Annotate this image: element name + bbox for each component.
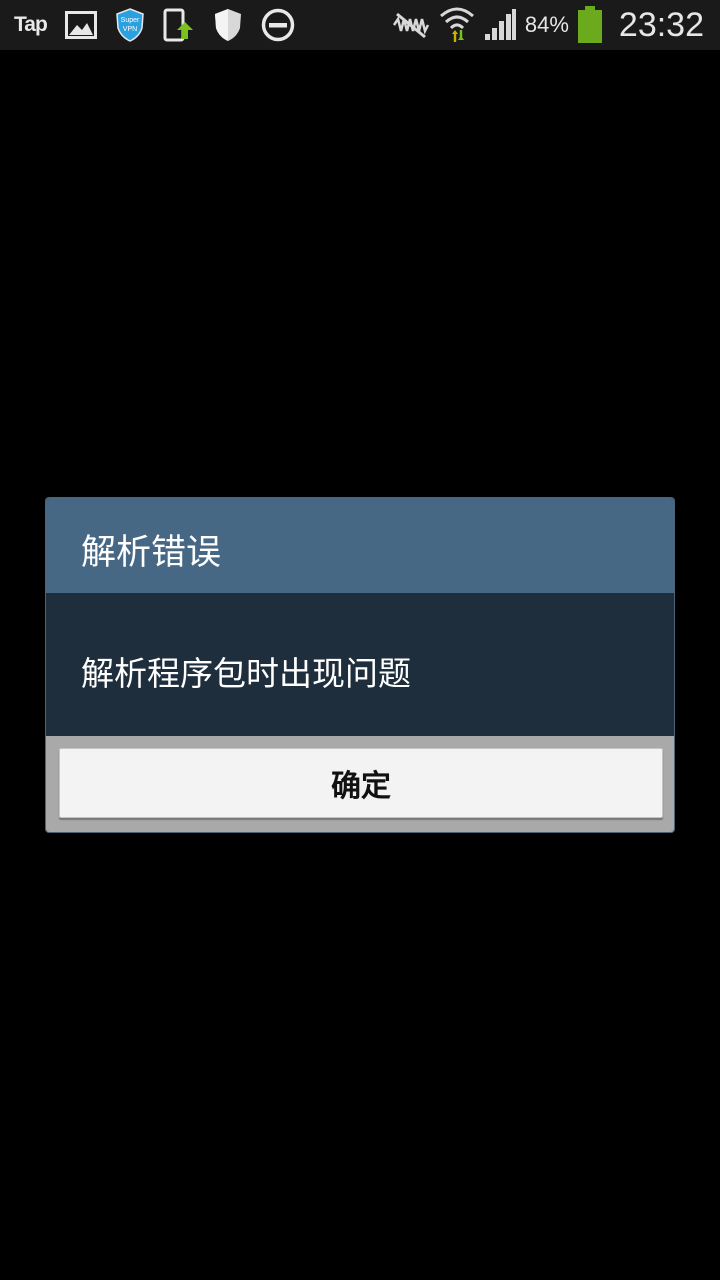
signal-icon — [483, 8, 517, 42]
svg-text:VPN: VPN — [123, 26, 137, 33]
wifi-icon — [439, 6, 475, 44]
status-bar-left: Tap Super VPN — [14, 0, 295, 50]
dialog-footer: 确定 — [46, 736, 674, 832]
battery-percent: 84% — [524, 12, 569, 37]
dialog-header: 解析错误 — [46, 498, 674, 595]
do-not-disturb-icon — [261, 8, 295, 42]
dialog-title: 解析错误 — [81, 533, 222, 573]
tap-logo: Tap — [14, 13, 48, 36]
phone-upload-icon — [163, 8, 195, 42]
dialog-body: 解析程序包时出现问题 — [46, 593, 674, 736]
dialog-message: 解析程序包时出现问题 — [81, 654, 411, 693]
status-bar-right: 84% 23:32 — [391, 0, 704, 50]
parse-error-dialog: 解析错误 解析程序包时出现问题 确定 — [46, 498, 674, 832]
vpn-shield-icon: Super VPN — [115, 8, 145, 42]
battery-icon — [577, 6, 603, 44]
silent-mode-icon — [391, 11, 431, 39]
shield-icon — [213, 8, 243, 42]
image-icon — [64, 11, 97, 39]
svg-text:Super: Super — [120, 17, 139, 24]
ok-button[interactable]: 确定 — [59, 748, 663, 818]
clock: 23:32 — [618, 5, 704, 44]
status-bar: Tap Super VPN 84% 23:32 — [0, 0, 720, 50]
